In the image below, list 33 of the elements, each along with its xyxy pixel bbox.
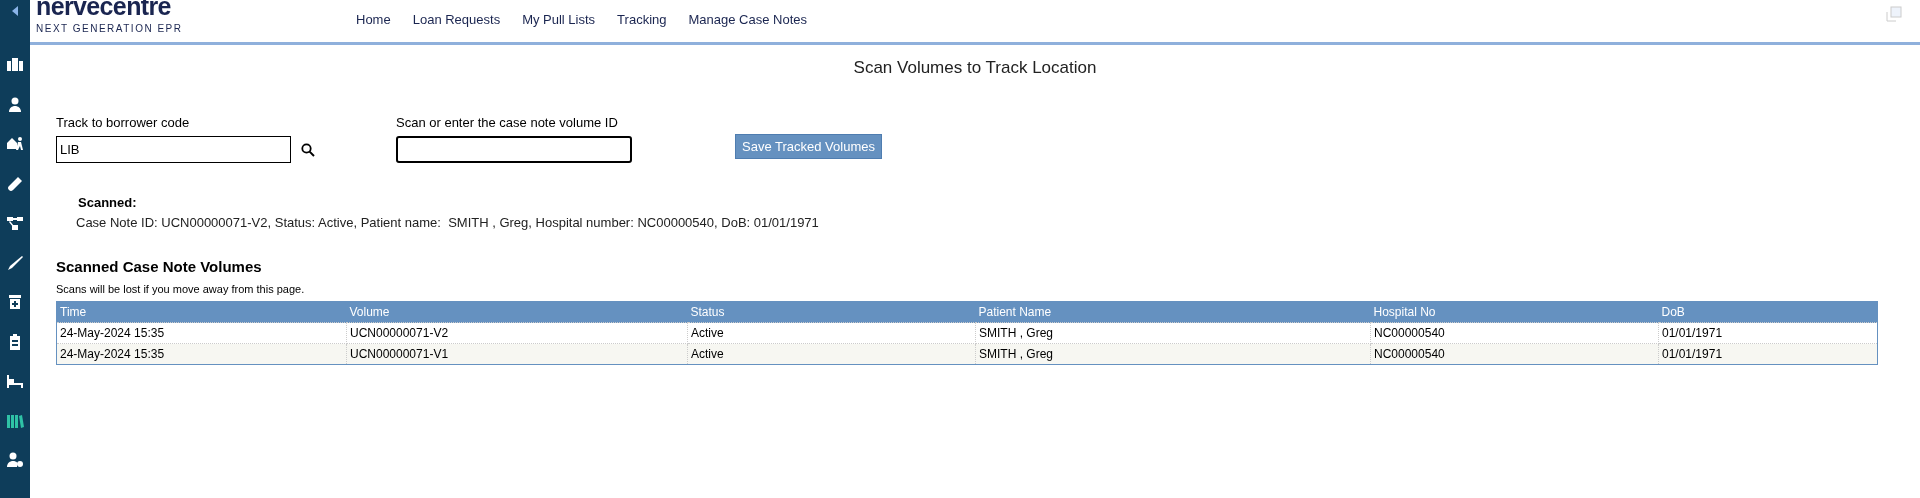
scanned-heading: Scanned: <box>78 194 138 212</box>
column-header: Time <box>56 301 347 323</box>
volume-id-field[interactable] <box>396 136 632 163</box>
column-header: Volume <box>346 301 688 323</box>
logo-tagline: NEXT GENERATION EPR <box>36 22 184 36</box>
table-note: Scans will be lost if you move away from this page. <box>56 281 306 297</box>
nav-tab[interactable]: Manage Case Notes <box>677 0 818 42</box>
field-label: Track to borrower code <box>56 113 191 132</box>
nav-tab[interactable]: My Pull Lists <box>511 0 607 42</box>
column-header: Patient Name <box>975 301 1371 323</box>
table-cell: UCN00000071-V2 <box>346 322 688 344</box>
field-label: Scan or enter the case note volume ID <box>396 113 619 132</box>
borrower-code-field[interactable]: LIB <box>56 136 291 163</box>
table-cell: 01/01/1971 <box>1658 322 1878 344</box>
column-header: Hospital No <box>1370 301 1659 323</box>
medicine-box-icon[interactable] <box>6 293 24 311</box>
search-icon[interactable] <box>301 142 315 157</box>
nav-tab[interactable]: Loan Requests <box>401 0 512 42</box>
page-title: Scan Volumes to Track Location <box>853 58 1097 77</box>
scanned-detail: Case Note ID: UCN00000071-V2, Status: Active, Patient name: SMITH , Greg, Hospital number: NC00000540, DoB: 01/01/1971 <box>76 213 820 232</box>
table-cell: NC00000540 <box>1370 322 1659 344</box>
table-title: Scanned Case Note Volumes <box>56 257 263 277</box>
network-icon[interactable] <box>6 214 24 232</box>
table-cell: 24-May-2024 15:35 <box>56 322 347 344</box>
house-person-icon[interactable] <box>6 135 24 153</box>
table-cell: SMITH , Greg <box>975 322 1371 344</box>
nav-tab[interactable]: Home <box>345 0 402 42</box>
column-header: DoB <box>1658 301 1878 323</box>
user-settings-icon[interactable] <box>6 451 24 469</box>
bed-icon[interactable] <box>6 372 24 390</box>
column-header: Status <box>687 301 976 323</box>
table-cell: Active <box>687 322 976 344</box>
collapse-icon[interactable] <box>11 6 19 16</box>
